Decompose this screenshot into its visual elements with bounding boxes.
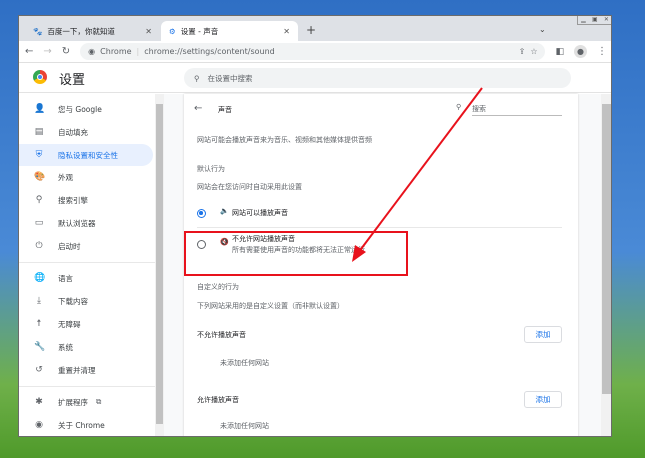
arrow-head (352, 245, 366, 262)
arrow-line (357, 87, 483, 254)
annotation-arrow (352, 87, 483, 262)
